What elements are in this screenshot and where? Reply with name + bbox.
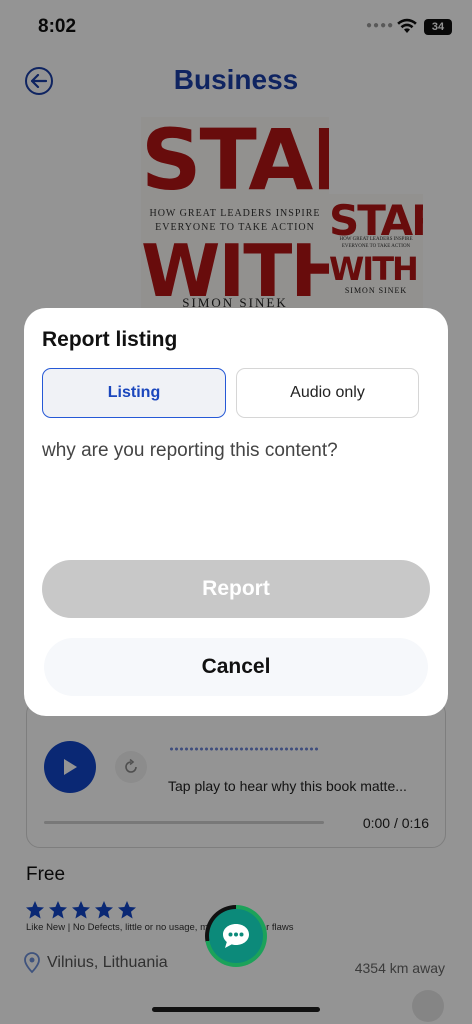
chat-button[interactable]	[205, 905, 267, 967]
report-dialog: Report listing Listing Audio only why ar…	[24, 308, 448, 716]
chat-bubble-icon	[223, 924, 249, 948]
cancel-button[interactable]: Cancel	[44, 638, 428, 696]
dialog-title: Report listing	[42, 328, 178, 351]
tab-listing[interactable]: Listing	[42, 368, 226, 418]
report-button[interactable]: Report	[42, 560, 430, 618]
report-reason-prompt[interactable]: why are you reporting this content?	[42, 440, 338, 462]
home-indicator[interactable]	[152, 1007, 320, 1012]
tab-audio-only[interactable]: Audio only	[236, 368, 419, 418]
listing-screen: 8:02 ●●●● 34 Business START HOW GREAT LE…	[0, 0, 472, 1024]
chat-button-inner	[209, 909, 263, 963]
